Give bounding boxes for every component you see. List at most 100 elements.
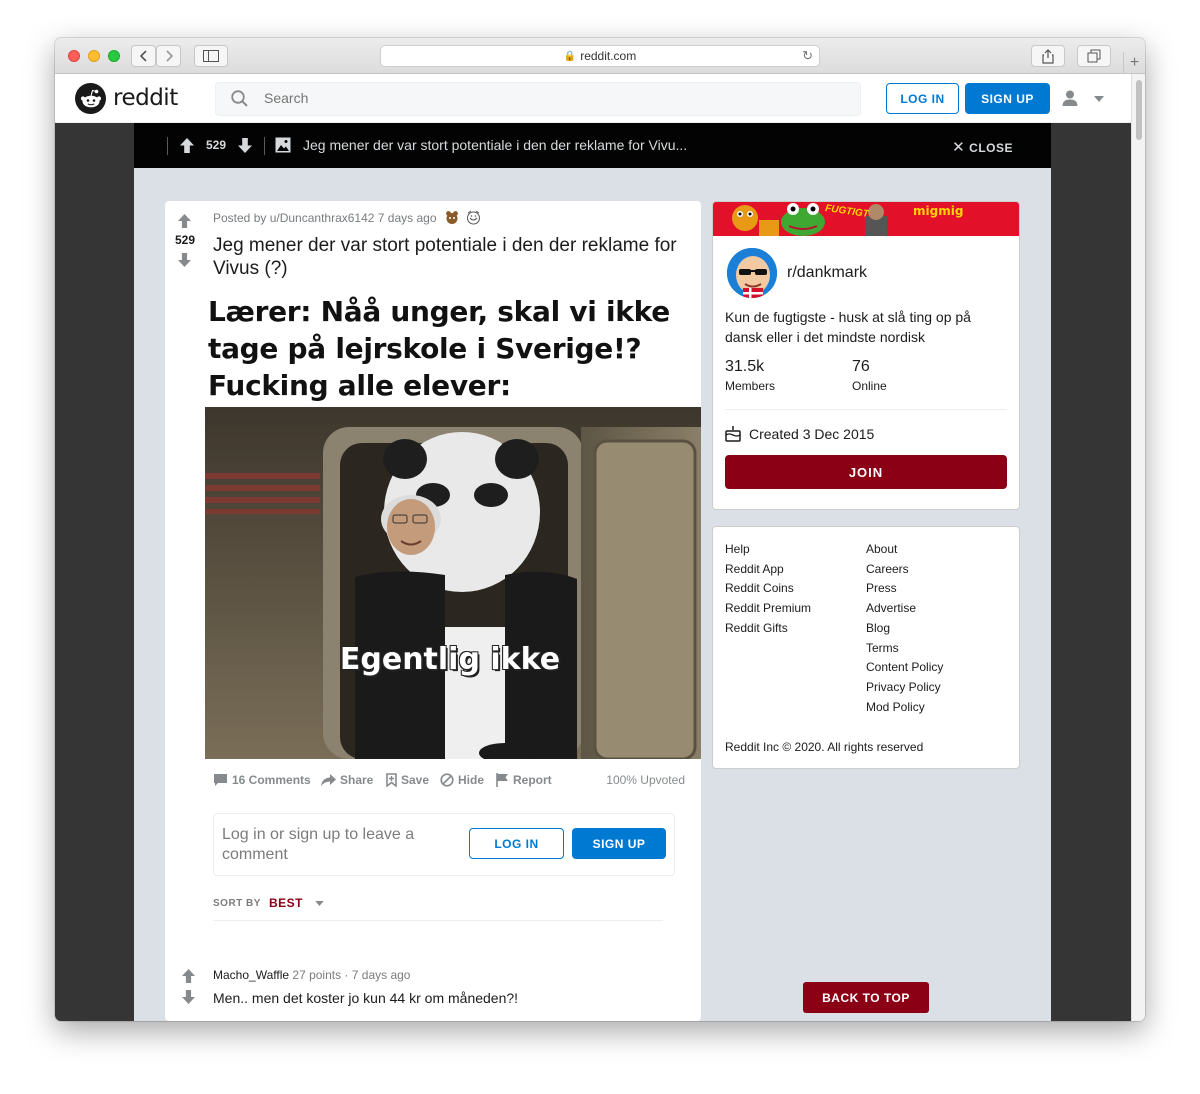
footer-link[interactable]: Reddit Premium: [725, 599, 811, 619]
chevron-down-icon: [1094, 96, 1104, 102]
footer-link[interactable]: About: [866, 540, 943, 560]
image-icon: [275, 137, 291, 153]
cake-icon: [725, 426, 741, 442]
scrollbar-thumb[interactable]: [1136, 80, 1142, 140]
subreddit-banner: FUGTIGT migmig: [713, 202, 1019, 236]
footer-link[interactable]: Advertise: [866, 599, 943, 619]
downvote-icon[interactable]: [178, 253, 191, 267]
post-overlay-bar: 529 Jeg mener der var stort potentiale i…: [134, 123, 1051, 168]
award-icon: [466, 210, 480, 225]
overlay-post-title: Jeg mener der var stort potentiale i den…: [303, 137, 688, 153]
minimize-window-button[interactable]: [88, 50, 100, 62]
award-icon: [445, 211, 458, 224]
lock-icon: 🔒: [563, 50, 577, 62]
chevron-left-icon: [139, 50, 147, 62]
upvote-icon[interactable]: [182, 969, 195, 983]
downvote-icon[interactable]: [238, 138, 252, 153]
avatar-image: [727, 248, 777, 298]
close-icon: ✕: [952, 139, 966, 156]
comment-signup-button[interactable]: SIGN UP: [572, 828, 666, 859]
hide-button[interactable]: Hide: [440, 773, 484, 787]
close-window-button[interactable]: [68, 50, 80, 62]
footer-link[interactable]: Content Policy: [866, 658, 943, 678]
footer-link[interactable]: Reddit Gifts: [725, 619, 811, 639]
hide-icon: [440, 773, 454, 787]
save-label: Save: [401, 773, 430, 787]
footer-link[interactable]: Press: [866, 579, 943, 599]
copyright-text: Reddit Inc © 2020. All rights reserved: [725, 740, 924, 754]
reddit-wordmark[interactable]: reddit: [113, 85, 178, 111]
back-button[interactable]: [131, 45, 156, 67]
footer-col-2: About Careers Press Advertise Blog Terms…: [866, 540, 943, 717]
upvote-icon[interactable]: [178, 214, 191, 228]
post-title[interactable]: Jeg mener der var stort potentiale i den…: [213, 234, 693, 280]
forward-button[interactable]: [156, 45, 181, 67]
user-dropdown[interactable]: [1061, 89, 1111, 109]
browser-window: 🔒 reddit.com ↻ + reddit Search LOG IN SI…: [55, 38, 1145, 1021]
footer-link[interactable]: Reddit Coins: [725, 579, 811, 599]
upvote-icon[interactable]: [180, 138, 194, 153]
search-input[interactable]: [264, 90, 824, 106]
subreddit-avatar[interactable]: [725, 246, 779, 300]
header-login-button[interactable]: LOG IN: [886, 83, 959, 114]
close-overlay-button[interactable]: ✕ CLOSE: [952, 138, 1013, 156]
overlay-vote-count: 529: [206, 138, 227, 152]
footer-link[interactable]: Blog: [866, 619, 943, 639]
reddit-logo-icon[interactable]: [75, 83, 106, 114]
header-signup-button[interactable]: SIGN UP: [965, 83, 1050, 114]
page-scrollbar[interactable]: [1131, 74, 1145, 1021]
maximize-window-button[interactable]: [108, 50, 120, 62]
sort-value: BEST: [268, 896, 303, 910]
comments-button[interactable]: 16 Comments: [213, 773, 311, 787]
search-icon: [231, 90, 248, 107]
sidebar-toggle-button[interactable]: [194, 45, 228, 67]
post-vote-count: 529: [174, 233, 196, 247]
sort-dropdown[interactable]: SORT BY BEST: [213, 896, 324, 910]
share-button[interactable]: Share: [321, 773, 373, 787]
browser-toolbar: 🔒 reddit.com ↻ +: [55, 38, 1145, 74]
reload-icon[interactable]: ↻: [802, 48, 813, 64]
new-tab-button[interactable]: +: [1123, 52, 1145, 74]
comment-icon: [214, 774, 227, 786]
report-icon: [496, 773, 508, 787]
footer-link[interactable]: Mod Policy: [866, 698, 943, 718]
tabs-icon: [1087, 49, 1101, 63]
share-icon: [321, 773, 336, 786]
online-count: 76: [852, 358, 870, 375]
save-icon: [386, 773, 397, 787]
snoo-icon: [80, 89, 101, 107]
subreddit-name[interactable]: r/dankmark: [787, 264, 867, 282]
back-to-top-button[interactable]: BACK TO TOP: [803, 982, 929, 1013]
join-button[interactable]: JOIN: [725, 455, 1007, 489]
banner-text-migmig: migmig: [913, 204, 964, 218]
report-button[interactable]: Report: [496, 773, 552, 787]
share-page-icon: [1042, 48, 1054, 64]
user-icon: [1062, 90, 1078, 106]
chevron-right-icon: [165, 50, 173, 62]
footer-link[interactable]: Privacy Policy: [866, 678, 943, 698]
comment-signup-box: Log in or sign up to leave a comment LOG…: [213, 813, 675, 876]
subreddit-description: Kun de fugtigste - husk at slå ting op p…: [725, 309, 971, 345]
online-label: Online: [852, 379, 887, 393]
divider: [725, 409, 1007, 410]
footer-link[interactable]: Help: [725, 540, 811, 560]
meme-caption: Egentlig ikke: [339, 642, 561, 677]
downvote-icon[interactable]: [182, 990, 195, 1004]
divider: [264, 137, 265, 155]
footer-link[interactable]: Terms: [866, 639, 943, 659]
post-image[interactable]: Egentlig ikke: [205, 407, 701, 759]
footer-link[interactable]: Careers: [866, 560, 943, 580]
footer-link[interactable]: Reddit App: [725, 560, 811, 580]
comment-login-button[interactable]: LOG IN: [469, 828, 564, 859]
search-box[interactable]: [215, 82, 861, 116]
footer-col-1: Help Reddit App Reddit Coins Reddit Prem…: [725, 540, 811, 639]
upvote-ratio: 100% Upvoted: [606, 773, 685, 787]
close-label: CLOSE: [969, 141, 1013, 155]
tabs-overview-button[interactable]: [1077, 45, 1111, 67]
post-card: 529 Posted by u/Duncanthrax6142 7 days a…: [165, 201, 701, 1021]
share-page-button[interactable]: [1031, 45, 1065, 67]
comment-author[interactable]: Macho_Waffle: [213, 968, 289, 982]
reddit-header: reddit LOG IN SIGN UP: [55, 74, 1131, 123]
save-button[interactable]: Save: [386, 773, 429, 787]
address-bar[interactable]: 🔒 reddit.com ↻: [380, 45, 820, 67]
